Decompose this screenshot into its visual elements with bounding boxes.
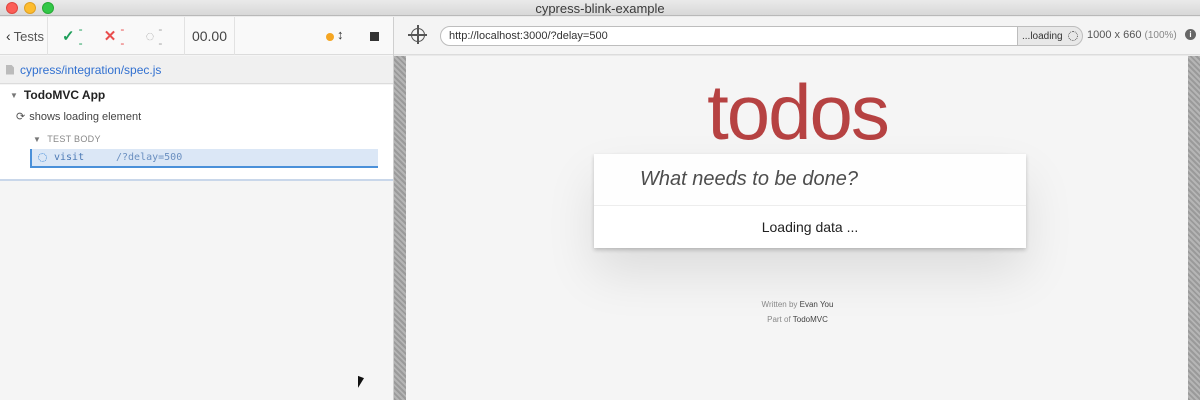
- url-field[interactable]: http://localhost:3000/?delay=500: [440, 26, 1018, 46]
- runnables-list: ▼ TodoMVC App ⟳ shows loading element ▼ …: [0, 85, 393, 181]
- reporter-panel: ‹ Tests ✓ -- ✕ -- ◌ -- 00.00 ↕ cypress/i…: [0, 17, 393, 400]
- test-item[interactable]: ⟳ shows loading element: [16, 110, 142, 124]
- running-indicator-icon: [326, 33, 334, 41]
- reporter-header: ‹ Tests ✓ -- ✕ -- ◌ -- 00.00 ↕: [0, 17, 393, 55]
- viewport-gutter-right: [1188, 56, 1200, 400]
- test-stats: ✓ -- ✕ -- ◌ --: [48, 17, 185, 55]
- app-title: todos: [707, 68, 890, 156]
- written-by-prefix: Written by: [761, 300, 798, 309]
- viewport-size: 1000 x 660 (100%): [1087, 29, 1177, 41]
- info-icon[interactable]: i: [1185, 29, 1196, 40]
- caret-down-icon: ▼: [10, 90, 18, 100]
- aut-panel: http://localhost:3000/?delay=500 ...load…: [393, 17, 1200, 400]
- caret-down-icon: ▼: [33, 134, 42, 144]
- url-bar: http://localhost:3000/?delay=500 ...load…: [394, 17, 1200, 55]
- footer-part-of: Part of TodoMVC: [406, 315, 1189, 324]
- window-titlebar: cypress-blink-example: [0, 0, 1200, 16]
- tests-back-button[interactable]: ‹ Tests: [0, 17, 48, 55]
- circle-notch-icon: ◌: [145, 27, 155, 45]
- tests-label: Tests: [13, 28, 45, 44]
- suite-item[interactable]: ▼ TodoMVC App: [10, 88, 105, 102]
- suite-title: TodoMVC App: [23, 88, 106, 102]
- footer-written-by: Written by Evan You: [406, 300, 1189, 309]
- command-message: /?delay=500: [116, 152, 183, 163]
- command-name: visit: [54, 152, 85, 163]
- loading-label: ...loading: [1022, 30, 1063, 42]
- check-icon: ✓: [62, 28, 75, 45]
- x-icon: ✕: [103, 28, 117, 45]
- window-title: cypress-blink-example: [535, 1, 665, 16]
- spec-path-link[interactable]: cypress/integration/spec.js: [20, 63, 161, 77]
- failed-count: --: [120, 22, 125, 50]
- test-body-header[interactable]: ▼ TEST BODY: [33, 134, 101, 144]
- refresh-icon: ⟳: [16, 111, 26, 123]
- duration: 00.00: [185, 17, 235, 55]
- command-row[interactable]: visit /?delay=500: [30, 149, 378, 168]
- stop-button[interactable]: [370, 32, 379, 41]
- url-loading-indicator: ...loading: [1017, 26, 1083, 46]
- loading-message: Loading data ...: [761, 219, 859, 235]
- viewport-dimensions: 1000 x 660: [1087, 29, 1142, 41]
- part-of-prefix: Part of: [767, 315, 791, 324]
- viewport-gutter-left: [394, 56, 406, 400]
- auto-scroll-toggle-icon[interactable]: ↕: [337, 27, 344, 42]
- passed-stat: ✓ --: [62, 22, 84, 50]
- passed-count: --: [78, 22, 83, 50]
- test-body-label: TEST BODY: [47, 134, 101, 144]
- viewport-scale: (100%): [1144, 30, 1177, 41]
- mouse-cursor-icon: [358, 375, 364, 391]
- selector-playground-crosshair-icon[interactable]: [408, 25, 427, 44]
- file-icon: [6, 64, 14, 75]
- todoapp-section: Loading data ...: [594, 154, 1026, 248]
- chevron-left-icon: ‹: [6, 28, 11, 44]
- test-title: shows loading element: [29, 110, 142, 123]
- failed-stat: ✕ --: [104, 22, 126, 50]
- spinner-icon: [1067, 31, 1078, 41]
- spec-path-bar: cypress/integration/spec.js: [0, 56, 393, 84]
- reporter-controls: ↕: [235, 17, 393, 55]
- pending-stat: ◌ --: [146, 22, 165, 50]
- new-todo-input[interactable]: [594, 154, 1026, 206]
- pending-count: --: [158, 22, 163, 50]
- author-link[interactable]: Evan You: [800, 300, 834, 309]
- project-link[interactable]: TodoMVC: [793, 315, 828, 324]
- spinner-icon: [38, 153, 47, 162]
- app-iframe: todos Loading data ... Written by Evan Y…: [406, 56, 1189, 400]
